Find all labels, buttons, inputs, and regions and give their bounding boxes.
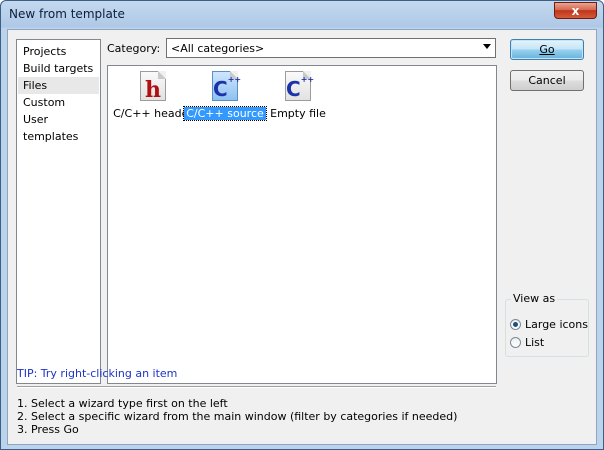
instruction-line: 3. Press Go xyxy=(17,423,79,436)
sidebar-item-label: Build targets xyxy=(23,62,94,75)
radio-button-icon[interactable] xyxy=(510,319,521,330)
sidebar-item-label: User templates xyxy=(23,113,79,143)
radio-button-icon[interactable] xyxy=(510,337,521,348)
cancel-button[interactable]: Cancel xyxy=(510,70,584,91)
dialog-client-area: Projects Build targets Files Custom User… xyxy=(7,29,597,445)
sidebar-item-user-templates[interactable]: User templates xyxy=(18,111,99,143)
sidebar-item-label: Projects xyxy=(23,45,67,58)
close-button[interactable]: x xyxy=(554,2,597,19)
template-item-empty-file[interactable]: C++ Empty file xyxy=(256,69,340,120)
view-as-group: View as Large icons List xyxy=(505,292,589,357)
radio-label: List xyxy=(525,336,545,349)
title-bar[interactable]: New from template x xyxy=(1,1,603,28)
category-selected-value: <All categories> xyxy=(171,42,265,55)
sidebar-item-label: Custom xyxy=(23,96,66,109)
close-icon: x xyxy=(571,3,580,18)
window-title: New from template xyxy=(9,7,125,21)
template-item-label: C/C++ source xyxy=(183,106,267,121)
c-header-file-icon: h xyxy=(136,69,170,103)
category-dropdown[interactable]: <All categories> xyxy=(166,38,496,58)
template-item-label: Empty file xyxy=(270,107,326,120)
dialog-window: New from template x Projects Build targe… xyxy=(0,0,604,450)
separator xyxy=(17,386,496,388)
sidebar-item-build-targets[interactable]: Build targets xyxy=(18,60,99,77)
category-label: Category: xyxy=(107,42,161,55)
chevron-down-icon[interactable] xyxy=(483,44,491,49)
go-button[interactable]: Go xyxy=(510,39,584,60)
wizard-type-list[interactable]: Projects Build targets Files Custom User… xyxy=(16,39,101,384)
view-as-legend: View as xyxy=(511,292,558,305)
c-source-file-icon: C++ xyxy=(208,69,242,103)
radio-large-icons[interactable]: Large icons xyxy=(510,318,588,331)
sidebar-item-label: Files xyxy=(23,79,48,92)
tip-text: TIP: Try right-clicking an item xyxy=(17,367,178,380)
radio-list[interactable]: List xyxy=(510,336,544,349)
instruction-line: 2. Select a specific wizard from the mai… xyxy=(17,410,458,423)
instruction-line: 1. Select a wizard type first on the lef… xyxy=(17,397,228,410)
sidebar-item-custom[interactable]: Custom xyxy=(18,94,99,111)
template-list[interactable]: h C/C++ header C++ C/C++ source C++ Empt… xyxy=(107,65,497,384)
empty-file-icon: C++ xyxy=(281,69,315,103)
radio-label: Large icons xyxy=(525,318,588,331)
template-item-c-source[interactable]: C++ C/C++ source xyxy=(183,69,267,121)
sidebar-item-projects[interactable]: Projects xyxy=(18,43,99,60)
sidebar-item-files[interactable]: Files xyxy=(18,77,99,94)
